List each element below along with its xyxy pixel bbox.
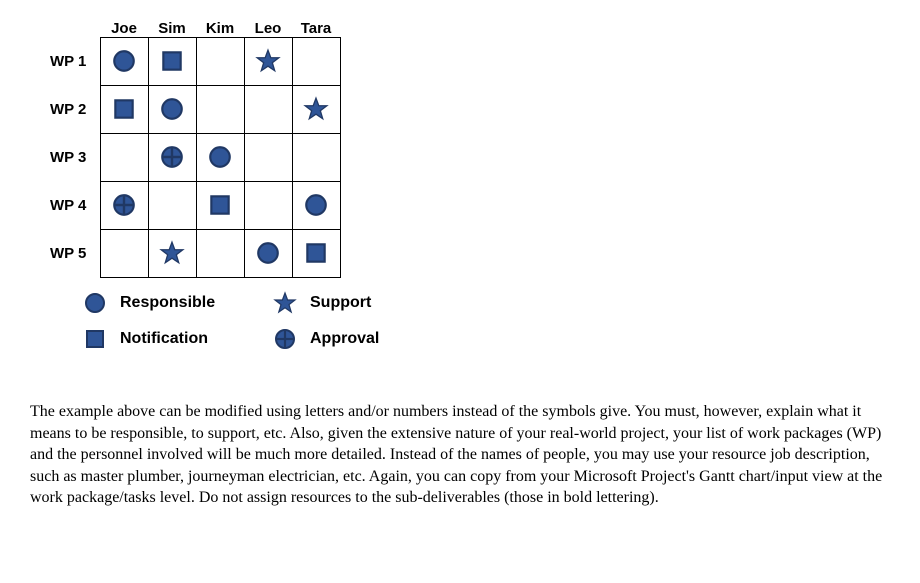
legend-support: Support: [270, 291, 460, 315]
matrix-cell: [100, 181, 149, 230]
square-icon: [159, 48, 185, 74]
legend-approval: Approval: [270, 327, 460, 351]
star-icon: [255, 48, 281, 74]
legend: Responsible Support Notification Approva…: [80, 291, 890, 351]
matrix-cell: [100, 133, 149, 182]
col-header: Sim: [148, 20, 196, 37]
legend-label: Approval: [310, 330, 379, 348]
legend-label: Responsible: [120, 294, 215, 312]
matrix-cell: [196, 229, 245, 278]
col-header: Tara: [292, 20, 340, 37]
matrix-cell: [292, 133, 341, 182]
explanatory-paragraph: The example above can be modified using …: [30, 401, 890, 509]
star-icon: [159, 240, 185, 266]
row-label: WP 5: [50, 229, 100, 277]
col-header: Kim: [196, 20, 244, 37]
circle-plus-icon: [270, 327, 300, 351]
square-icon: [80, 327, 110, 351]
matrix-cell: [100, 37, 149, 86]
circle-icon: [207, 144, 233, 170]
matrix-cell: [148, 229, 197, 278]
responsibility-matrix: Joe Sim Kim Leo Tara WP 1WP 2WP 3WP 4WP …: [50, 20, 890, 351]
matrix-cell: [244, 229, 293, 278]
matrix-cell: [196, 133, 245, 182]
row-label: WP 2: [50, 85, 100, 133]
matrix-cell: [100, 229, 149, 278]
circle-icon: [303, 192, 329, 218]
col-header: Joe: [100, 20, 148, 37]
legend-notification: Notification: [80, 327, 270, 351]
square-icon: [303, 240, 329, 266]
circle-plus-icon: [111, 192, 137, 218]
star-icon: [303, 96, 329, 122]
matrix-cell: [148, 37, 197, 86]
circle-icon: [159, 96, 185, 122]
legend-label: Support: [310, 294, 371, 312]
matrix-cell: [148, 133, 197, 182]
matrix-cell: [196, 85, 245, 134]
star-icon: [270, 291, 300, 315]
row-label: WP 3: [50, 133, 100, 181]
matrix-cell: [100, 85, 149, 134]
square-icon: [207, 192, 233, 218]
matrix-cell: [244, 181, 293, 230]
matrix-cell: [292, 181, 341, 230]
matrix-cell: [244, 85, 293, 134]
legend-responsible: Responsible: [80, 291, 270, 315]
matrix-cell: [148, 85, 197, 134]
row-label: WP 1: [50, 37, 100, 85]
col-header: Leo: [244, 20, 292, 37]
matrix-cell: [292, 37, 341, 86]
matrix-cell: [148, 181, 197, 230]
row-label: WP 4: [50, 181, 100, 229]
matrix-cell: [196, 37, 245, 86]
circle-icon: [255, 240, 281, 266]
square-icon: [111, 96, 137, 122]
column-headers: Joe Sim Kim Leo Tara: [100, 20, 890, 37]
circle-plus-icon: [159, 144, 185, 170]
matrix-cell: [292, 229, 341, 278]
legend-label: Notification: [120, 330, 208, 348]
matrix-grid: WP 1WP 2WP 3WP 4WP 5: [50, 37, 890, 277]
matrix-cell: [292, 85, 341, 134]
circle-icon: [80, 291, 110, 315]
matrix-cell: [244, 133, 293, 182]
matrix-cell: [196, 181, 245, 230]
matrix-cell: [244, 37, 293, 86]
circle-icon: [111, 48, 137, 74]
